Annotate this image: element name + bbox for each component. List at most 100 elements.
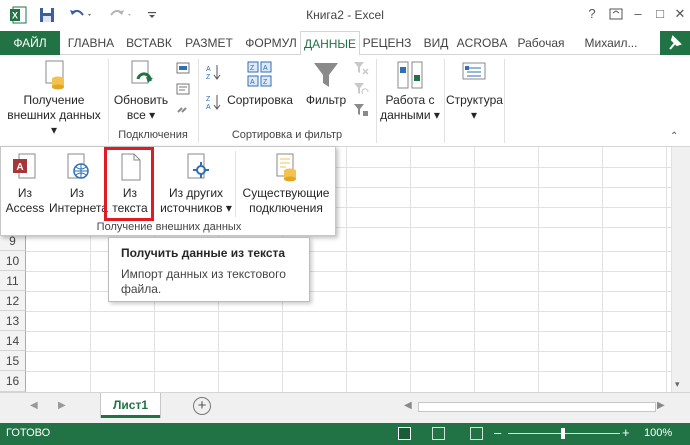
title-bar: X Книга2 - Excel ? – □ ✕ [0,0,690,31]
hscroll-right-icon[interactable]: ▶ [657,400,665,411]
sort-filter-group-label: Сортировка и фильтр [231,129,343,141]
svg-text:Z: Z [250,65,255,72]
separator [376,59,377,143]
svg-text:A: A [16,162,23,173]
get-external-data-button[interactable]: Получение внешних данных ▾ [4,59,104,138]
minimize-button[interactable]: – [626,4,650,24]
data-tools-icon [397,61,423,89]
outline-icon [462,62,486,80]
filter-icon [314,63,338,87]
horizontal-scrollbar[interactable] [418,402,656,412]
refresh-icon [131,60,153,84]
row-header[interactable]: 15 [0,351,26,371]
column-line [410,147,411,392]
tab-file[interactable]: ФАЙЛ [0,31,60,55]
svg-text:Z: Z [263,79,268,86]
scroll-down-icon[interactable]: ▾ [675,379,680,390]
row-header[interactable]: 11 [0,271,26,291]
tooltip-description: Импорт данных из текстового файла. [121,267,286,296]
zoom-slider-thumb[interactable] [561,428,565,439]
sort-icon: Z AA Z [247,61,272,87]
data-tools-button[interactable]: Работа с данными ▾ [378,59,442,123]
column-line [666,147,667,392]
separator [198,59,199,143]
row-header[interactable]: 12 [0,291,26,311]
pin-ribbon-button[interactable] [660,31,690,55]
svg-text:A: A [206,104,211,111]
row-header[interactable]: 14 [0,331,26,351]
sheet-tabs-bar: ◀ ▶ Лист1 + ◀ ▶ [0,392,690,423]
zoom-in-button[interactable]: + [622,425,630,440]
tab-formulas[interactable]: ФОРМУЛ [242,31,300,55]
svg-text:A: A [250,79,255,86]
edit-links-icon[interactable] [176,103,190,117]
tab-insert[interactable]: ВСТАВК [122,31,176,55]
add-sheet-button[interactable]: + [193,397,211,415]
tab-workgroup[interactable]: Рабочая [516,31,566,55]
row-header[interactable]: 10 [0,251,26,271]
existing-connections-button[interactable]: Существующие подключения [239,151,333,216]
collapse-ribbon-icon[interactable]: ⌃ [670,131,678,142]
selection-highlight [104,147,154,221]
page-break-view-icon[interactable] [470,427,483,440]
normal-view-icon[interactable] [398,427,411,440]
column-line [474,147,475,392]
page-layout-view-icon[interactable] [432,427,445,440]
help-button[interactable]: ? [580,4,604,24]
from-web-button[interactable]: Из Интернета [49,151,108,216]
ribbon-tabs: ФАЙЛ ГЛАВНА ВСТАВК РАЗМЕТ ФОРМУЛ ДАННЫЕ … [0,31,690,56]
clear-filter-icon[interactable] [353,61,369,75]
tab-layout[interactable]: РАЗМЕТ [180,31,238,55]
tab-acrobat[interactable]: ACROBA [456,31,508,55]
properties-icon[interactable] [176,82,190,96]
dropdown-group-label: Получение внешних данных [96,221,242,233]
outline-button[interactable]: Структура ▾ [446,59,503,123]
column-line [346,147,347,392]
zoom-level[interactable]: 100% [644,427,672,439]
sort-za-icon[interactable]: ZA [205,93,221,111]
row-line [26,311,671,312]
connections-icon[interactable] [176,61,190,75]
refresh-all-button[interactable]: Обновить все ▾ [110,59,172,123]
tooltip: Получить данные из текста Импорт данных … [108,237,310,302]
tab-review[interactable]: РЕЦЕНЗ [362,31,412,55]
svg-text:Z: Z [206,74,211,81]
status-bar: ГОТОВО – + 100% [0,423,690,445]
tooltip-title: Получить данные из текста [121,246,286,260]
from-access-button[interactable]: A Из Access [3,151,47,216]
advanced-filter-icon[interactable] [353,103,369,117]
reapply-filter-icon[interactable] [353,82,369,96]
filter-button[interactable]: Фильтр [298,59,354,108]
sort-az-icon[interactable]: AZ [205,63,221,81]
close-button[interactable]: ✕ [668,4,690,24]
tab-home[interactable]: ГЛАВНА [63,31,119,55]
separator [444,59,445,143]
from-other-sources-button[interactable]: Из других источников ▾ [159,151,233,216]
row-header[interactable]: 16 [0,371,26,392]
svg-text:Z: Z [206,96,211,103]
separator [108,59,109,143]
tab-data[interactable]: ДАННЫЕ [300,31,360,56]
connections-group-label: Подключения [118,129,188,141]
ribbon-display-icon[interactable] [604,4,628,24]
row-line [26,351,671,352]
svg-text:A: A [263,65,268,72]
status-ready: ГОТОВО [6,427,51,439]
column-line [602,147,603,392]
column-line [538,147,539,392]
vertical-scrollbar[interactable]: ▾ [671,147,690,392]
external-data-icon [45,60,64,90]
sheet-tab[interactable]: Лист1 [101,393,160,418]
separator [235,151,236,217]
zoom-out-button[interactable]: – [494,425,501,440]
scroll-left-icon[interactable]: ◀ [30,400,38,411]
row-header[interactable]: 13 [0,311,26,331]
separator [504,59,505,143]
hscroll-left-icon[interactable]: ◀ [404,400,412,411]
existing-connections-icon [276,153,296,182]
tab-view[interactable]: ВИД [420,31,452,55]
web-icon [67,153,89,179]
user-account[interactable]: Михаил... [576,31,646,55]
sort-button[interactable]: ZAAZ Сортировка [224,59,296,108]
scroll-right-icon[interactable]: ▶ [58,400,66,411]
